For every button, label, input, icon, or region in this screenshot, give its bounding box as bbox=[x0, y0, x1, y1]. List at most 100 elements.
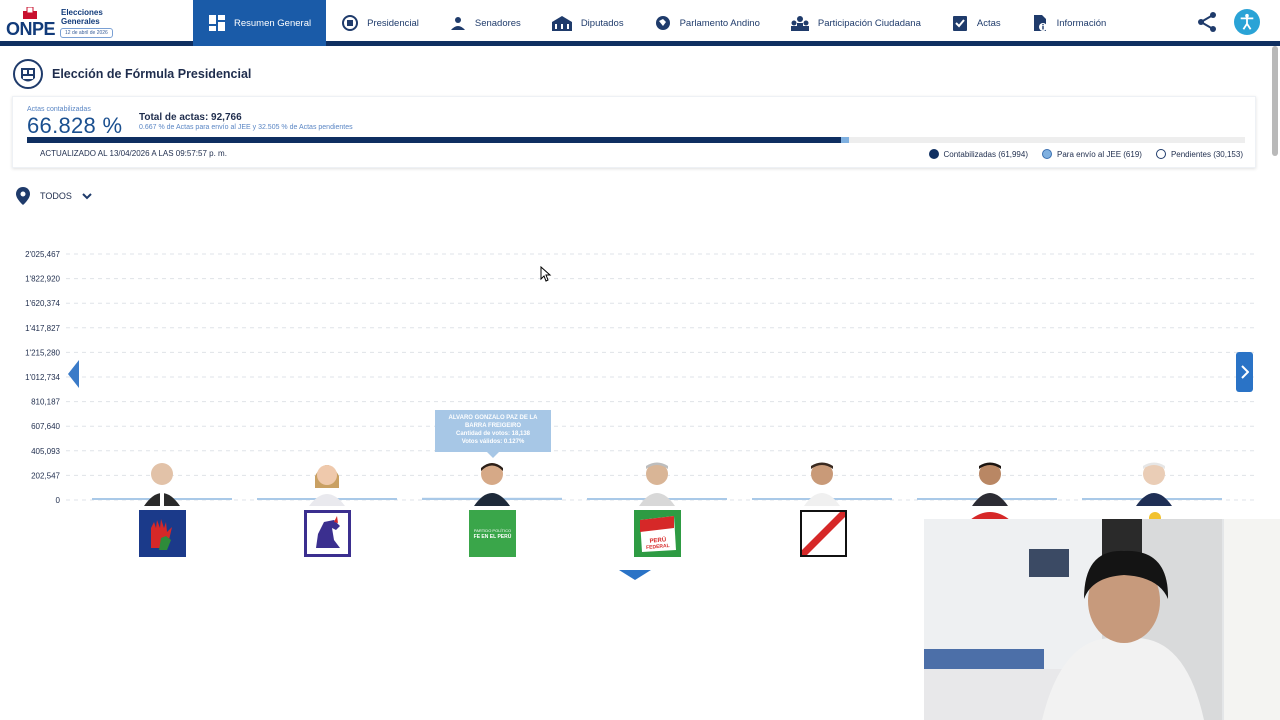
total-actas: Total de actas: 92,766 bbox=[139, 112, 242, 123]
header-actions bbox=[1196, 9, 1260, 35]
carousel-prev-icon[interactable] bbox=[68, 360, 80, 388]
region-filter-label: TODOS bbox=[40, 191, 72, 201]
presidential-seal-icon bbox=[342, 15, 359, 31]
progress-counted bbox=[27, 137, 841, 143]
logo-date: 12 de abril de 2026 bbox=[60, 28, 113, 38]
legend-pendientes: Pendientes (30,153) bbox=[1155, 149, 1243, 159]
y-tick-label: 2'025,467 bbox=[25, 250, 60, 259]
people-icon bbox=[790, 16, 809, 31]
page-header: Elección de Fórmula Presidencial bbox=[12, 58, 251, 90]
actas-summary-card: Actas contabilizadas 66.828 % Total de a… bbox=[12, 96, 1256, 168]
party-logo-fe-en-el-peru[interactable]: PARTIDO POLÍTICOFE EN EL PERÚ bbox=[469, 510, 516, 557]
top-navigation-bar: ONPE Elecciones Generales 12 de abril de… bbox=[0, 0, 1280, 46]
actas-progress-bar bbox=[27, 137, 1245, 143]
globe-icon bbox=[655, 16, 670, 30]
y-tick-label: 405,093 bbox=[31, 447, 60, 456]
nav-presidencial[interactable]: Presidencial bbox=[326, 0, 434, 46]
y-tick-label: 810,187 bbox=[31, 398, 60, 407]
candidate-avatar[interactable] bbox=[800, 458, 844, 506]
mouse-cursor-icon bbox=[540, 266, 552, 282]
chevron-down-icon bbox=[82, 193, 92, 200]
clipboard-check-icon bbox=[952, 16, 967, 31]
page-scrollbar[interactable] bbox=[1272, 46, 1278, 156]
y-tick-label: 1'417,827 bbox=[25, 324, 60, 333]
y-tick-label: 202,547 bbox=[31, 471, 60, 480]
expand-down-icon[interactable] bbox=[619, 570, 651, 580]
carousel-next-button[interactable] bbox=[1236, 352, 1253, 392]
candidate-avatar[interactable] bbox=[1132, 458, 1176, 506]
accessibility-icon[interactable] bbox=[1234, 9, 1260, 35]
progress-legend: Contabilizadas (61,994) Para envío al JE… bbox=[928, 149, 1243, 159]
congress-building-icon bbox=[551, 16, 572, 31]
party-logo-text: FE EN EL PERÚ bbox=[474, 533, 512, 540]
legend-label: Contabilizadas (61,994) bbox=[943, 149, 1029, 159]
nav-label: Senadores bbox=[474, 17, 521, 29]
chevron-right-icon bbox=[1240, 365, 1249, 379]
actas-breakdown: 0.667 % de Actas para envío al JEE y 32.… bbox=[139, 124, 353, 131]
candidate-avatar[interactable] bbox=[635, 458, 679, 506]
nav-label: Diputados bbox=[580, 17, 624, 29]
y-tick-label: 1'620,374 bbox=[25, 299, 60, 308]
candidate-avatar[interactable] bbox=[968, 458, 1012, 506]
legend-dot bbox=[928, 149, 939, 159]
legend-contabilizadas: Contabilizadas (61,994) bbox=[928, 149, 1029, 159]
nav-diputados[interactable]: Diputados bbox=[536, 0, 639, 46]
nav-label: Resumen General bbox=[234, 17, 312, 29]
ballot-box-icon bbox=[23, 7, 37, 19]
nav-label: Información bbox=[1056, 17, 1107, 29]
tooltip-line: Votos válidos: 0.127% bbox=[461, 439, 525, 445]
legend-label: Para envío al JEE (619) bbox=[1057, 149, 1142, 159]
legend-jee: Para envío al JEE (619) bbox=[1042, 149, 1142, 159]
location-pin-icon bbox=[16, 187, 30, 205]
party-logo-hands[interactable] bbox=[139, 510, 186, 557]
logo-text: ONPE bbox=[6, 19, 56, 39]
senators-icon bbox=[450, 17, 465, 30]
logo-title-line2: Generales bbox=[61, 17, 100, 26]
candidate-avatar[interactable] bbox=[305, 458, 349, 506]
nav-senadores[interactable]: Senadores bbox=[434, 0, 536, 46]
nav-resumen-general[interactable]: Resumen General bbox=[193, 0, 327, 46]
y-tick-label: 1'012,734 bbox=[25, 373, 60, 382]
nav-label: Parlamento Andino bbox=[679, 17, 760, 29]
nav-parlamento-andino[interactable]: Parlamento Andino bbox=[639, 0, 775, 46]
nav-actas[interactable]: Actas bbox=[936, 0, 1016, 46]
webcam-overlay bbox=[924, 519, 1280, 720]
tooltip-line: Cantidad de votos: 18,138 bbox=[455, 431, 531, 437]
nav-label: Actas bbox=[976, 17, 1001, 29]
nav-informacion[interactable]: Información bbox=[1016, 0, 1122, 46]
logo-title-line1: Elecciones bbox=[61, 8, 103, 17]
party-logo-text: PARTIDO POLÍTICO bbox=[474, 528, 511, 533]
candidate-tooltip: ALVARO GONZALO PAZ DE LA BARRA FREIGEIRO… bbox=[435, 410, 551, 458]
last-updated: ACTUALIZADO AL 13/04/2026 A LAS 09:57:57… bbox=[40, 149, 227, 158]
candidate-avatar[interactable] bbox=[140, 458, 184, 506]
party-logo-peru-federal[interactable]: PERÚFEDERAL bbox=[634, 510, 681, 557]
share-icon[interactable] bbox=[1196, 11, 1218, 33]
tooltip-line: ALVARO GONZALO PAZ DE LA bbox=[448, 415, 538, 421]
dashboard-icon bbox=[209, 15, 225, 31]
party-logo-red-stripe[interactable] bbox=[800, 510, 847, 557]
nav-label: Participación Ciudadana bbox=[817, 17, 921, 29]
nav-participacion-ciudadana[interactable]: Participación Ciudadana bbox=[775, 0, 936, 46]
y-tick-label: 0 bbox=[56, 496, 61, 505]
info-document-icon bbox=[1033, 15, 1047, 31]
progress-jee bbox=[840, 137, 850, 143]
legend-dot bbox=[1155, 149, 1166, 159]
main-nav: Resumen General Presidencial Senadores D… bbox=[193, 0, 1121, 46]
y-tick-label: 1'822,920 bbox=[25, 275, 60, 284]
logo-title: Elecciones Generales bbox=[61, 8, 103, 26]
actas-label: Actas contabilizadas bbox=[27, 106, 91, 113]
legend-label: Pendientes (30,153) bbox=[1170, 149, 1243, 159]
y-tick-label: 607,640 bbox=[31, 422, 60, 431]
party-logo-horse[interactable] bbox=[304, 510, 351, 557]
peru-coat-of-arms-icon bbox=[13, 59, 43, 89]
tooltip-line: BARRA FREIGEIRO bbox=[464, 423, 522, 429]
y-tick-label: 1'215,280 bbox=[25, 348, 60, 357]
accessibility-figure-icon bbox=[1240, 13, 1254, 30]
nav-label: Presidencial bbox=[367, 17, 419, 29]
onpe-logo[interactable]: ONPE Elecciones Generales 12 de abril de… bbox=[6, 5, 126, 41]
candidate-avatar[interactable] bbox=[470, 458, 514, 506]
region-filter[interactable]: TODOS bbox=[16, 187, 92, 205]
actas-percentage: 66.828 % bbox=[27, 113, 123, 138]
legend-dot bbox=[1042, 149, 1052, 159]
page-title: Elección de Fórmula Presidencial bbox=[52, 67, 252, 81]
